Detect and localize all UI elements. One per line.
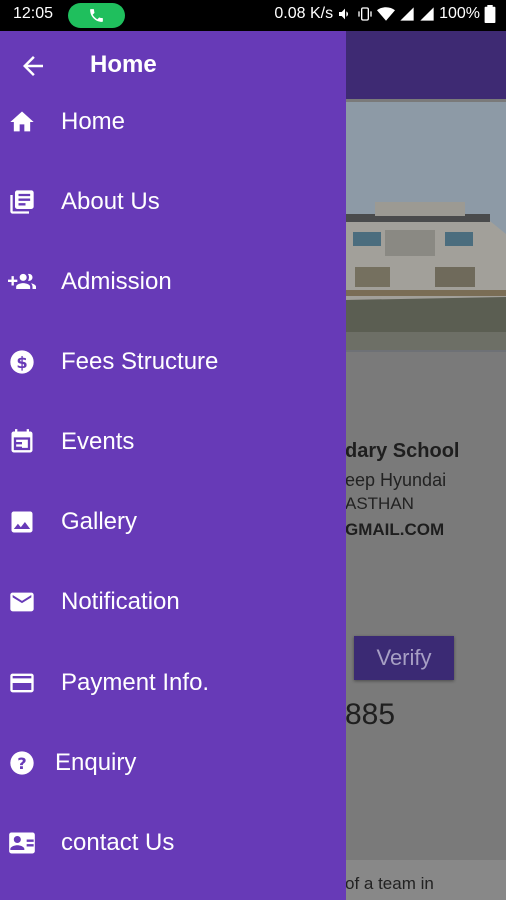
school-building-image (345, 102, 506, 350)
volume-icon (339, 8, 349, 20)
menu-item-label: Payment Info. (61, 669, 210, 696)
wifi-icon (377, 7, 396, 21)
signal-icon (400, 7, 414, 21)
svg-text:$: $ (16, 353, 27, 372)
menu-item-label: Enquiry (55, 749, 137, 776)
status-bar: 12:05 0.08 K/s 100% (0, 0, 506, 31)
menu-item-fees-structure[interactable]: $ Fees Structure (0, 332, 346, 392)
school-email: GMAIL.COM (345, 520, 445, 539)
phone-number-fragment: 885 (345, 698, 396, 731)
drawer-header: Home (0, 31, 346, 99)
menu-item-about-us[interactable]: About Us (0, 172, 346, 232)
drawer-title: Home (90, 51, 157, 78)
menu-item-label: Home (61, 108, 126, 135)
status-icons: 0.08 K/s 100% (274, 5, 496, 23)
menu-item-admission[interactable]: Admission (0, 252, 346, 312)
image-icon (11, 511, 33, 533)
arrow-left-icon (23, 56, 43, 76)
status-time: 12:05 (13, 5, 54, 22)
menu-item-home[interactable]: Home (0, 92, 346, 152)
menu-item-label: Events (61, 428, 135, 455)
address-line-1: eep Hyundai (345, 470, 447, 490)
network-speed: 0.08 K/s (274, 5, 334, 22)
menu-item-label: Admission (61, 268, 172, 295)
menu-item-label: contact Us (61, 829, 175, 856)
credit-card-icon (10, 673, 34, 693)
menu-item-label: Fees Structure (61, 348, 219, 375)
library-books-icon (10, 190, 34, 214)
group-add-icon (8, 273, 36, 289)
vibrate-icon (358, 7, 372, 21)
back-button[interactable] (18, 51, 48, 81)
menu-item-payment-info[interactable]: Payment Info. (0, 653, 346, 713)
verify-button[interactable]: Verify (354, 636, 454, 680)
address-line-2: ASTHAN (345, 494, 414, 513)
menu-item-gallery[interactable]: Gallery (0, 492, 346, 552)
menu-item-enquiry[interactable]: ? Enquiry (0, 733, 346, 793)
help-circle-icon: ? (10, 751, 34, 775)
battery-percent: 100% (439, 5, 480, 22)
phone-icon (90, 9, 103, 22)
menu-item-events[interactable]: Events (0, 412, 346, 472)
contact-card-icon (9, 832, 35, 854)
school-name: dary School (345, 440, 460, 462)
calendar-icon (11, 429, 33, 453)
home-icon (10, 111, 34, 132)
battery-icon (484, 5, 496, 23)
mail-icon (10, 592, 34, 612)
svg-text:?: ? (17, 754, 26, 773)
menu-item-label: Gallery (61, 508, 138, 535)
dollar-circle-icon: $ (10, 350, 34, 374)
menu-item-label: About Us (61, 188, 160, 215)
navigation-drawer: Home Home About Us Admission $ Fees Stru… (0, 31, 346, 900)
ongoing-call-pill[interactable] (68, 3, 125, 28)
bottom-card-text: of a team in (345, 874, 434, 893)
menu-item-notification[interactable]: Notification (0, 572, 346, 632)
menu-item-contact-us[interactable]: contact Us (0, 813, 346, 873)
signal-icon-2 (420, 7, 434, 21)
menu-item-label: Notification (61, 588, 180, 615)
